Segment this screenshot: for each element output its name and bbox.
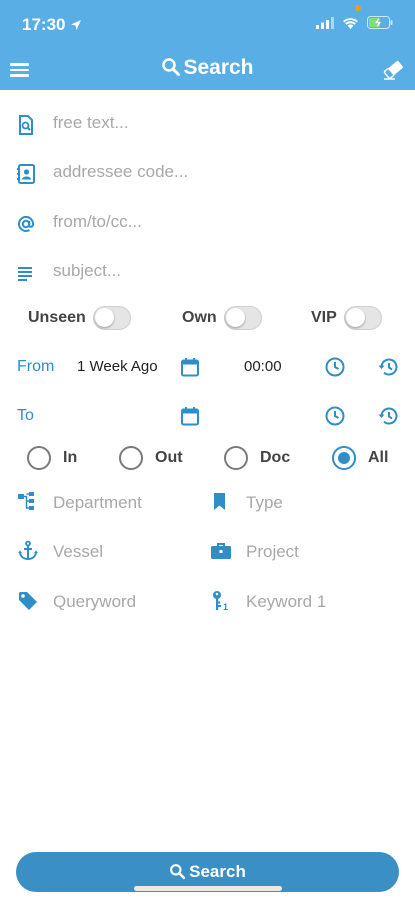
vessel-label: Vessel	[53, 542, 104, 561]
status-bar: 17:30	[0, 0, 415, 50]
radio-doc[interactable]: Doc	[224, 446, 290, 470]
unseen-label: Unseen	[28, 309, 86, 326]
status-time: 17:30	[22, 15, 66, 34]
subject-lines-icon	[16, 263, 36, 283]
type-label: Type	[246, 493, 283, 512]
from-to-cc-field	[0, 204, 415, 244]
free-text-input[interactable]	[53, 113, 393, 133]
signal-icon	[316, 16, 334, 34]
document-search-icon	[16, 115, 36, 135]
privacy-indicator-dot	[355, 5, 361, 11]
radio-in[interactable]: In	[27, 446, 77, 470]
radio-out-circle[interactable]	[119, 446, 143, 470]
project-label: Project	[246, 542, 299, 561]
contact-card-icon	[16, 164, 36, 184]
addressee-input[interactable]	[53, 162, 393, 182]
from-date-row: From 1 Week Ago 00:00	[0, 350, 415, 384]
location-arrow-icon	[70, 18, 82, 36]
eraser-icon[interactable]	[381, 58, 407, 82]
subject-field	[0, 253, 415, 293]
vip-label: VIP	[311, 309, 337, 326]
vip-toggle-group: VIP	[311, 306, 382, 330]
status-icons	[316, 16, 393, 34]
subject-input[interactable]	[53, 261, 393, 281]
free-text-field	[0, 105, 415, 145]
from-date-value[interactable]: 1 Week Ago	[77, 358, 158, 375]
briefcase-icon	[210, 540, 232, 562]
to-clock-icon[interactable]	[324, 405, 346, 427]
department-hierarchy-icon	[17, 491, 39, 513]
svg-text:1: 1	[223, 602, 228, 612]
radio-in-circle[interactable]	[27, 446, 51, 470]
app-bar: Search	[0, 50, 415, 90]
to-date-row: To	[0, 399, 415, 433]
from-label: From	[17, 358, 55, 375]
unseen-toggle-group: Unseen	[28, 306, 131, 330]
own-toggle[interactable]	[223, 306, 262, 330]
radio-out-label: Out	[155, 449, 183, 466]
from-time-value[interactable]: 00:00	[244, 358, 282, 375]
battery-icon	[367, 16, 393, 34]
bookmark-icon	[210, 491, 232, 513]
tag-icon	[17, 590, 39, 612]
at-sign-icon	[16, 214, 36, 234]
addressee-field	[0, 154, 415, 194]
from-to-cc-input[interactable]	[53, 212, 393, 232]
radio-out[interactable]: Out	[119, 446, 183, 470]
anchor-icon	[17, 540, 39, 562]
to-history-icon[interactable]	[377, 405, 399, 427]
search-icon	[161, 57, 181, 83]
unseen-toggle[interactable]	[92, 306, 131, 330]
queryword-label: Queryword	[53, 592, 137, 611]
keyword1-label: Keyword 1	[246, 592, 327, 611]
home-indicator	[134, 886, 282, 891]
from-clock-icon[interactable]	[324, 356, 346, 378]
to-label: To	[17, 407, 34, 424]
department-label: Department	[53, 493, 142, 512]
to-calendar-icon[interactable]	[180, 406, 200, 426]
radio-doc-label: Doc	[260, 449, 291, 466]
from-calendar-icon[interactable]	[180, 357, 200, 377]
radio-doc-circle[interactable]	[224, 446, 248, 470]
wifi-icon	[342, 16, 359, 34]
page-title: Search	[0, 56, 415, 83]
radio-all[interactable]: All	[332, 446, 388, 470]
radio-in-label: In	[63, 449, 78, 466]
vip-toggle[interactable]	[343, 306, 382, 330]
own-label: Own	[182, 309, 217, 326]
radio-all-circle[interactable]	[332, 446, 356, 470]
page-title-text: Search	[183, 56, 254, 79]
direction-radio-group: In Out Doc All	[0, 446, 415, 474]
from-history-icon[interactable]	[377, 356, 399, 378]
radio-all-label: All	[368, 449, 389, 466]
toggle-row: Unseen Own VIP	[0, 306, 415, 334]
own-toggle-group: Own	[182, 306, 262, 330]
key-icon: 1	[210, 590, 232, 612]
search-button-label: Search	[189, 862, 246, 881]
